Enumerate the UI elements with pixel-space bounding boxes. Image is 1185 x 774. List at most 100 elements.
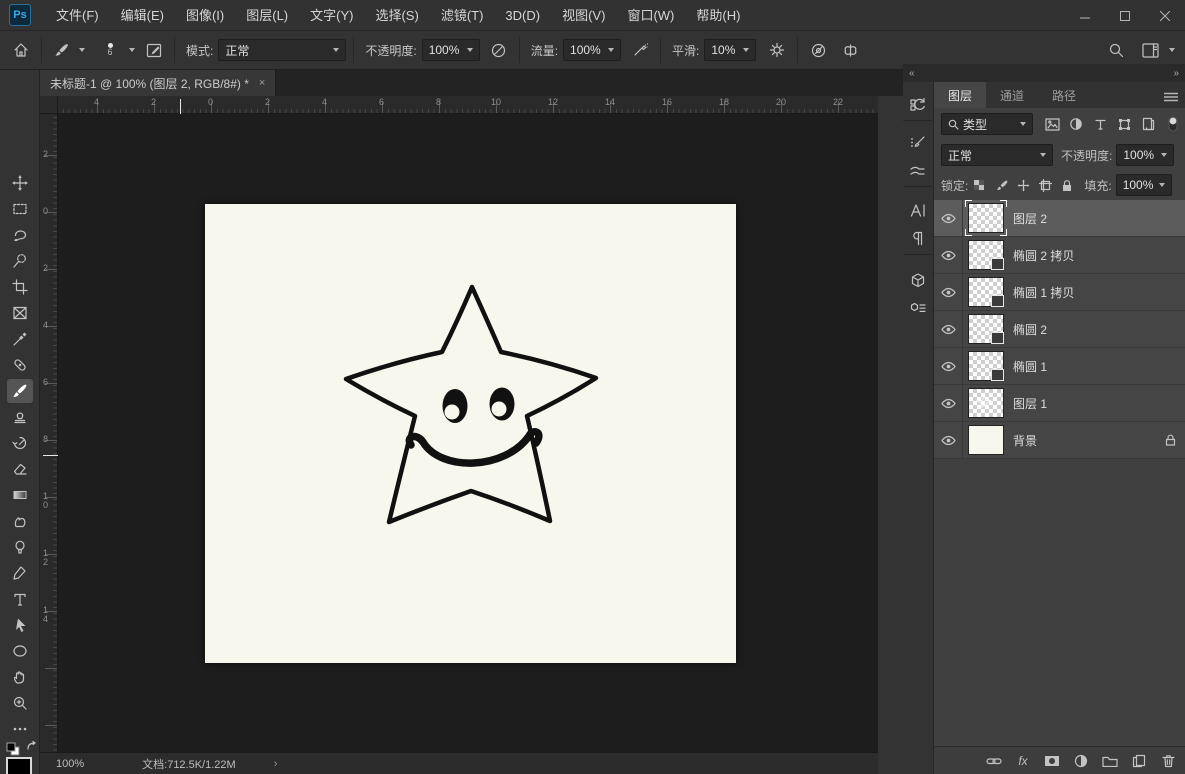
background-lock-icon[interactable]	[1165, 434, 1176, 446]
menu-window[interactable]: 窗口(W)	[616, 0, 685, 31]
pressure-opacity-icon[interactable]	[486, 37, 512, 63]
minimize-button[interactable]	[1065, 0, 1105, 31]
layer-name[interactable]: 椭圆 2	[1013, 321, 1047, 338]
menu-layer[interactable]: 图层(L)	[235, 0, 299, 31]
layer-row[interactable]: 椭圆 2	[934, 310, 1185, 348]
brush-size-picker[interactable]: 6	[97, 43, 123, 57]
layer-thumbnail[interactable]	[968, 314, 1004, 344]
menu-filter[interactable]: 滤镜(T)	[430, 0, 495, 31]
lock-transparency-icon[interactable]	[968, 175, 990, 195]
3d-panel-icon[interactable]	[904, 268, 931, 294]
lock-artboard-icon[interactable]	[1034, 175, 1056, 195]
maximize-button[interactable]	[1105, 0, 1145, 31]
layer-name[interactable]: 图层 2	[1013, 210, 1047, 227]
status-expand-chevron-icon[interactable]: ›	[274, 758, 278, 770]
new-group-icon[interactable]	[1100, 751, 1120, 771]
quick-selection-tool[interactable]	[7, 249, 33, 273]
expand-panels-icon[interactable]: «	[909, 68, 915, 79]
menu-view[interactable]: 视图(V)	[551, 0, 616, 31]
layer-thumbnail[interactable]	[968, 351, 1004, 381]
gradient-tool[interactable]	[7, 483, 33, 507]
visibility-toggle[interactable]	[934, 347, 963, 385]
visibility-toggle[interactable]	[934, 199, 963, 237]
spot-healing-brush-tool[interactable]	[7, 353, 33, 377]
lock-position-icon[interactable]	[1012, 175, 1034, 195]
layer-thumbnail[interactable]	[968, 240, 1004, 270]
layer-style-fx-icon[interactable]: fx	[1013, 751, 1033, 771]
brush-picker-caret-icon[interactable]	[129, 48, 135, 52]
photoshop-logo-icon[interactable]: Ps	[9, 4, 31, 26]
clone-stamp-tool[interactable]	[7, 405, 33, 429]
close-button[interactable]	[1145, 0, 1185, 31]
collapse-panels-icon[interactable]: »	[1173, 68, 1179, 79]
dodge-tool[interactable]	[7, 535, 33, 559]
filter-pixel-layers-icon[interactable]	[1041, 114, 1063, 134]
move-tool[interactable]	[7, 171, 33, 195]
crop-tool[interactable]	[7, 275, 33, 299]
visibility-toggle[interactable]	[934, 273, 963, 311]
filter-shape-layers-icon[interactable]	[1113, 114, 1135, 134]
default-colors-icon[interactable]	[6, 742, 20, 756]
filter-adjustment-layers-icon[interactable]	[1065, 114, 1087, 134]
brushes-panel-icon[interactable]	[904, 158, 931, 184]
fill-select[interactable]: 100%	[1115, 174, 1172, 196]
new-adjustment-layer-icon[interactable]	[1071, 751, 1091, 771]
pressure-size-icon[interactable]	[805, 37, 831, 63]
layer-thumbnail[interactable]	[968, 425, 1004, 455]
layer-row[interactable]: 椭圆 2 拷贝	[934, 236, 1185, 274]
history-panel-icon[interactable]	[904, 92, 931, 118]
filter-type-select[interactable]: 类型	[941, 113, 1033, 135]
edit-toolbar-icon[interactable]	[7, 717, 33, 741]
workspace-caret-icon[interactable]	[1169, 48, 1175, 52]
lasso-tool[interactable]	[7, 223, 33, 247]
brush-settings-panel-icon[interactable]	[904, 130, 931, 156]
visibility-toggle[interactable]	[934, 310, 963, 348]
visibility-toggle[interactable]	[934, 421, 963, 459]
layer-thumbnail[interactable]	[965, 200, 1007, 236]
menu-3d[interactable]: 3D(D)	[494, 0, 551, 31]
zoom-level[interactable]: 100%	[56, 758, 84, 770]
smudge-tool[interactable]	[7, 509, 33, 533]
toggle-brush-settings-icon[interactable]	[141, 37, 167, 63]
history-brush-tool[interactable]	[7, 431, 33, 455]
workspace-switcher-icon[interactable]	[1137, 37, 1163, 63]
rectangular-marquee-tool[interactable]	[7, 197, 33, 221]
tab-close-icon[interactable]: ×	[259, 77, 265, 89]
ellipse-shape-tool[interactable]	[7, 639, 33, 663]
layer-thumbnail[interactable]: ☆	[968, 388, 1004, 418]
layer-row[interactable]: 图层 2	[934, 199, 1185, 237]
menu-type[interactable]: 文字(Y)	[299, 0, 364, 31]
menu-help[interactable]: 帮助(H)	[685, 0, 751, 31]
opacity-select[interactable]: 100%	[421, 39, 480, 61]
tab-layers[interactable]: 图层	[934, 82, 987, 108]
eraser-tool[interactable]	[7, 457, 33, 481]
properties-panel-icon[interactable]	[904, 296, 931, 322]
layer-row[interactable]: 椭圆 1 拷贝	[934, 273, 1185, 311]
new-layer-icon[interactable]	[1129, 751, 1149, 771]
layer-name[interactable]: 图层 1	[1013, 395, 1047, 412]
brush-tool[interactable]	[7, 379, 33, 403]
filter-type-layers-icon[interactable]	[1089, 114, 1111, 134]
tab-channels[interactable]: 通道	[986, 82, 1038, 108]
mode-select[interactable]: 正常	[218, 39, 347, 61]
layer-name[interactable]: 背景	[1013, 432, 1037, 449]
hand-tool[interactable]	[7, 665, 33, 689]
airbrush-icon[interactable]	[627, 37, 653, 63]
type-tool[interactable]	[7, 587, 33, 611]
layer-row[interactable]: ☆ 图层 1	[934, 384, 1185, 422]
pen-tool[interactable]	[7, 561, 33, 585]
menu-file[interactable]: 文件(F)	[45, 0, 110, 31]
layer-thumbnail[interactable]	[968, 277, 1004, 307]
menu-edit[interactable]: 编辑(E)	[110, 0, 175, 31]
delete-layer-icon[interactable]	[1158, 751, 1178, 771]
menu-image[interactable]: 图像(I)	[175, 0, 235, 31]
document-tab[interactable]: 未标题-1 @ 100% (图层 2, RGB/8#) * ×	[40, 70, 277, 96]
smoothing-options-gear-icon[interactable]	[764, 37, 790, 63]
lock-pixels-icon[interactable]	[990, 175, 1012, 195]
tool-preset-caret-icon[interactable]	[79, 48, 85, 52]
blend-mode-select[interactable]: 正常	[941, 144, 1053, 166]
layer-name[interactable]: 椭圆 2 拷贝	[1013, 247, 1074, 264]
zoom-tool[interactable]	[7, 691, 33, 715]
visibility-toggle[interactable]	[934, 384, 963, 422]
path-selection-tool[interactable]	[7, 613, 33, 637]
